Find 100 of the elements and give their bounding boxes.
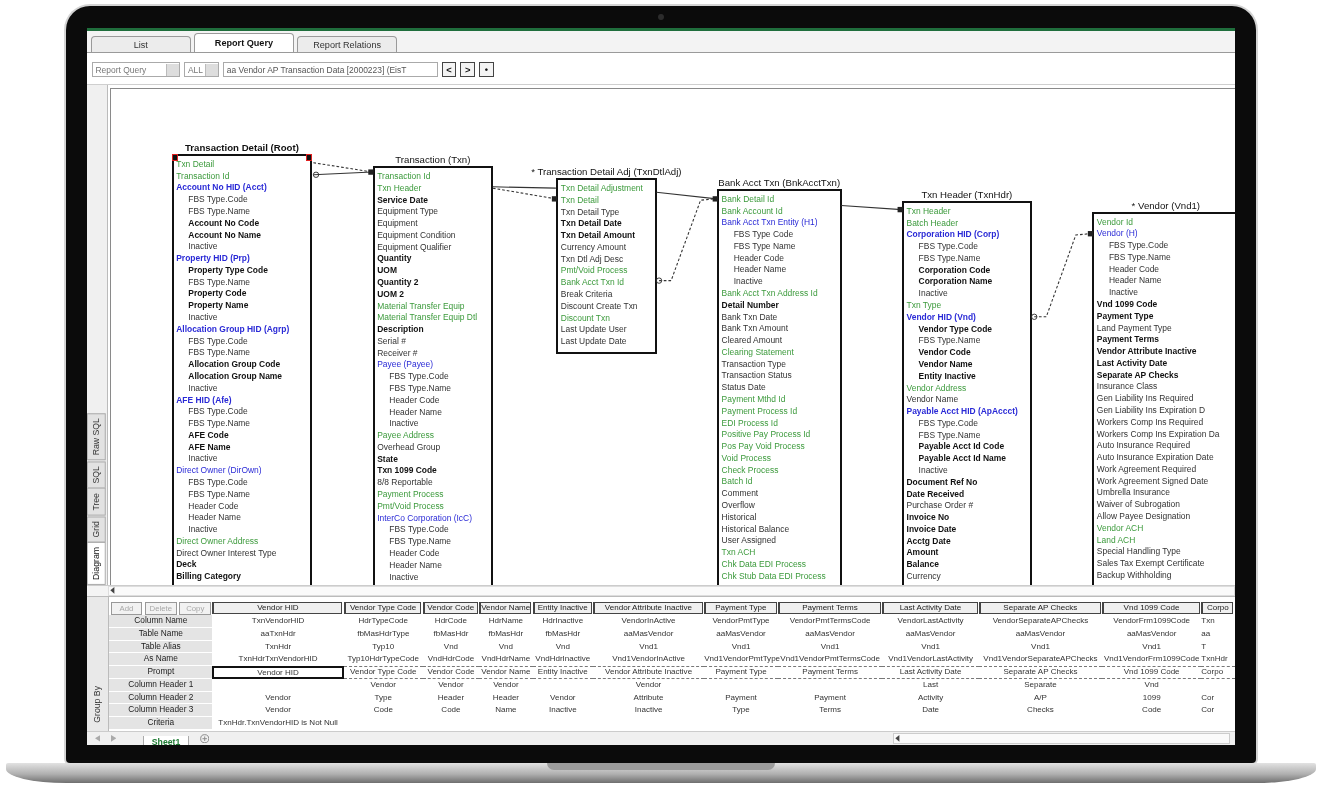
field-name[interactable]: Corporation Name [918,276,993,289]
view-tab[interactable]: Tree [86,488,106,516]
grid-cell[interactable]: Vnd1 [704,640,778,654]
field-name[interactable]: Transaction Status [721,370,792,383]
grid-cell[interactable]: Vnd1VendorSeparateAPChecks [978,653,1103,667]
grid-cell[interactable]: TxnHdr [1201,653,1235,667]
field-name[interactable]: FBS Type.Name [389,536,452,548]
field-name[interactable]: AFE Code [188,429,229,442]
view-tab[interactable]: SQL [86,460,106,489]
field-name[interactable]: Last Update Date [560,336,627,348]
field-name[interactable]: FBS Type.Name [188,276,251,289]
field-name[interactable]: Historical [721,511,757,524]
field-name[interactable]: Property Type Code [188,264,268,277]
grid-cell[interactable]: Last [882,678,979,692]
field-name[interactable]: Txn Detail Amount [560,230,636,242]
grid-cell[interactable]: Vnd 1099 Code [1102,666,1202,679]
grid-cell[interactable]: Entity Inactive [532,666,593,679]
field-name[interactable]: Txn Detail Adjustment [560,183,643,195]
tab[interactable]: List [90,36,191,53]
grid-cell[interactable]: Vendor Code [422,666,480,679]
field-name[interactable]: Header Code [1108,263,1160,276]
grid-cell[interactable]: VndHdrInactive [532,653,593,667]
field-name[interactable]: Auto Insurance Expiration Date [1096,452,1214,464]
grid-cell[interactable]: HdrCode [422,615,480,628]
tab[interactable]: Report Relations [296,36,398,53]
field-name[interactable]: Vendor Name [918,358,973,371]
grid-cell[interactable]: Vendor [532,691,593,705]
column-header[interactable]: Vendor HID [212,601,343,614]
field-name[interactable]: Payment Process [377,489,444,501]
field-name[interactable]: Payment Terms [1096,334,1160,347]
field-name[interactable]: Description [377,324,424,336]
grid-cell[interactable]: fbMasHdrType [343,627,423,641]
toolbar-button[interactable]: < [441,62,457,78]
field-name[interactable]: FBS Type.Code [389,524,449,537]
grid-cell[interactable]: Payment [777,691,883,705]
field-name[interactable]: Txn 1099 Code [377,465,437,478]
field-name[interactable]: Gen Liability Ins Expiration D [1096,405,1206,417]
field-name[interactable]: Receiver # [377,347,418,360]
grid-cell[interactable]: VendorLastActivity [882,615,979,628]
field-name[interactable]: UOM [377,265,397,277]
field-name[interactable]: Backup Withholding [1096,569,1172,582]
field-name[interactable]: Status Date [721,382,766,395]
field-name[interactable]: Bank Account Id [721,205,783,218]
grid-cell[interactable]: aaMasVendor [978,627,1103,641]
field-name[interactable]: Deck [176,559,197,572]
grid-cell[interactable]: T [1201,640,1235,654]
field-name[interactable]: FBS Type.Name [188,206,251,218]
view-tab[interactable]: Diagram [86,542,106,586]
field-name[interactable]: Account No Name [188,229,261,242]
field-name[interactable]: Inactive [188,382,218,395]
field-name[interactable]: Workers Comp Ins Required [1096,416,1204,429]
grid-cell[interactable]: Vendor [343,678,423,692]
field-name[interactable]: Header Name [1108,275,1162,288]
field-name[interactable]: Gen Liability Ins Required [1096,393,1194,406]
grid-cell[interactable]: Vendor Type Code [343,666,423,679]
field-name[interactable]: Material Transfer Equip Dtl [377,312,478,325]
field-name[interactable]: FBS Type.Name [188,347,251,360]
grid-cell[interactable]: aaTxnHdr [212,627,344,641]
grid-cell[interactable]: Vendor [592,678,705,692]
table-box[interactable] [1092,211,1235,586]
grid-cell[interactable]: Inactive [592,704,705,717]
grid-cell[interactable]: Separate AP Checks [978,666,1103,679]
grid-cell[interactable]: aaMasVendor [777,627,883,641]
grid-cell[interactable]: Separate [978,678,1103,692]
field-name[interactable]: Account No HID (Acct) [176,182,267,195]
grid-cell[interactable]: Vendor Attribute Inactive [592,666,705,679]
selection-handle[interactable] [171,154,179,161]
filter-dropdown[interactable]: ALL [184,62,220,78]
column-header[interactable]: Payment Type [704,601,777,614]
field-name[interactable]: Inactive [389,571,419,584]
field-name[interactable]: Txn Header [377,182,422,195]
field-name[interactable]: Equipment Qualifier [377,241,452,254]
grid-cell[interactable]: Attribute [592,691,705,705]
column-header[interactable]: Payment Terms [777,601,882,614]
grid-cell[interactable]: VndHdrName [479,653,533,667]
field-name[interactable]: Header Name [389,406,442,419]
field-name[interactable]: Header Name [188,512,241,525]
tab[interactable]: Report Query [193,33,295,53]
column-header[interactable]: Vendor Code [422,601,478,614]
field-name[interactable]: Txn Detail [176,158,215,171]
field-name[interactable]: Payable Acct HID (ApAccct) [906,406,1018,418]
field-name[interactable]: Work Agreement Required [1096,463,1197,476]
field-name[interactable]: Work Agreement Signed Date [1096,475,1209,488]
field-name[interactable]: Historical Balance [721,523,790,536]
field-name[interactable]: Land ACH [1096,534,1136,547]
grid-cell[interactable]: Type [704,704,778,717]
grid-cell[interactable]: fbMasHdr [532,627,593,641]
field-name[interactable]: Billing Category [176,571,241,584]
grid-cell[interactable]: fbMasHdr [422,627,480,641]
field-name[interactable]: Allocation Group HID (Agrp) [176,323,290,336]
field-name[interactable]: Txn Type [906,300,942,312]
field-name[interactable]: User Assigned [721,535,776,548]
field-name[interactable]: Discount Create Txn [560,300,638,313]
field-name[interactable]: Amount [906,547,939,560]
grid-cell[interactable]: Vnd1VendorInActive [592,653,705,667]
view-tab[interactable]: Grid [86,515,106,543]
field-name[interactable]: Equipment Type [377,206,439,219]
grid-cell[interactable]: Terms [777,704,883,717]
grid-cell[interactable]: fbMasHdr [479,627,533,641]
grid-cell[interactable]: Vnd [479,640,533,654]
